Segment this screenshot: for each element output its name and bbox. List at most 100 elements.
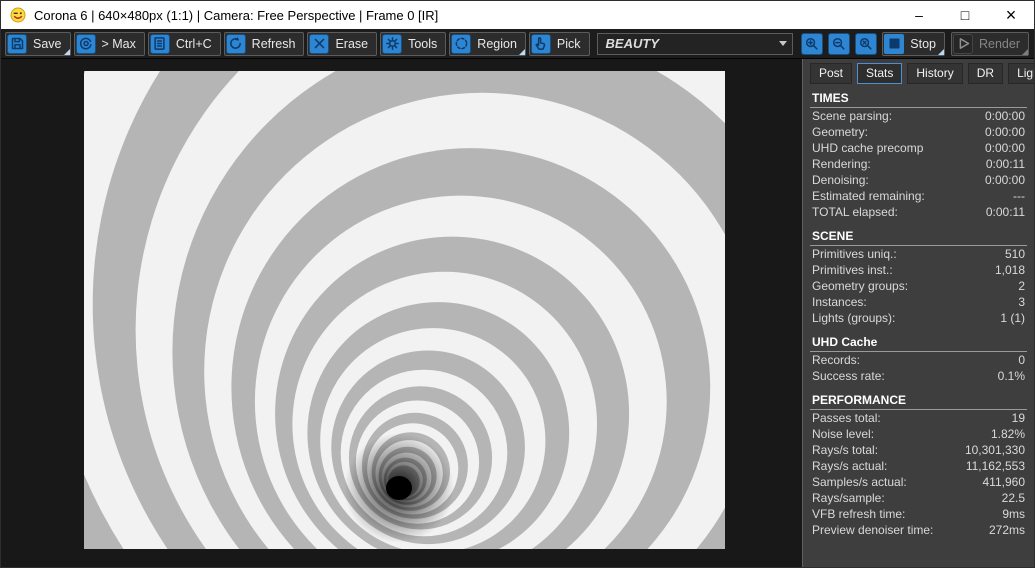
toolbar-button-tools-gear[interactable]: Tools (380, 31, 447, 56)
stat-value: 19 (1011, 411, 1025, 425)
stat-row: Rays/s total: 10,301,330 (810, 442, 1027, 458)
stat-row: Passes total: 19 (810, 410, 1027, 426)
save-icon (7, 33, 27, 54)
section-title: TIMES (810, 91, 1027, 108)
toolbar-button-region[interactable]: Region (449, 31, 526, 56)
stat-row: Samples/s actual: 411,960 (810, 474, 1027, 490)
stat-value: 0:00:11 (985, 157, 1025, 171)
stat-row: Rendering: 0:00:11 (810, 156, 1027, 172)
stat-row: Primitives inst.: 1,018 (810, 262, 1027, 278)
corona-vfb-window: Corona 6 | 640×480px (1:1) | Camera: Fre… (0, 0, 1035, 568)
dropdown-corner-icon (63, 48, 70, 55)
tab-history[interactable]: History (907, 63, 963, 84)
dropdown-corner-icon (1022, 48, 1028, 55)
zoom-in-button[interactable] (800, 32, 824, 56)
stop-button-label: Stop (910, 36, 936, 51)
stop-icon (884, 33, 905, 54)
region-icon (451, 33, 472, 54)
toolbar-button-copy[interactable]: Ctrl+C (147, 31, 221, 56)
section-title: SCENE (810, 229, 1027, 246)
render-viewport (1, 59, 802, 567)
stat-row: Rays/s actual: 11,162,553 (810, 458, 1027, 474)
stat-label: Preview denoiser time: (812, 523, 934, 537)
tab-lightmix[interactable]: LightMix (1008, 63, 1034, 84)
window-titlebar: Corona 6 | 640×480px (1:1) | Camera: Fre… (1, 1, 1034, 29)
stats-section: SCENE Primitives uniq.: 510 Primitives inst… (810, 229, 1027, 326)
stat-label: Geometry groups: (812, 279, 909, 293)
stat-value: 11,162,553 (965, 459, 1025, 473)
toolbar-button-erase[interactable]: Erase (307, 31, 378, 56)
stat-label: Geometry: (812, 125, 869, 139)
stat-value: 1 (1) (1000, 311, 1025, 325)
stats-section: UHD Cache Records: 0 Success rate: 0.1% (810, 335, 1027, 384)
stat-label: Estimated remaining: (812, 189, 925, 203)
stats-section: TIMES Scene parsing: 0:00:00 Geometry: 0:00:… (810, 91, 1027, 220)
stat-label: VFB refresh time: (812, 507, 906, 521)
render-play-icon (953, 33, 973, 54)
stat-row: Records: 0 (810, 352, 1027, 368)
toolbar-right-group: Stop Render (882, 31, 1029, 56)
stat-row: Denoising: 0:00:00 (810, 172, 1027, 188)
stats-panel: PostStatsHistoryDRLightMix TIMESScene pa… (802, 59, 1034, 567)
stat-label: Rays/s actual: (812, 459, 888, 473)
pick-hand-icon (530, 33, 551, 54)
tab-dr[interactable]: DR (967, 63, 1004, 84)
close-button[interactable]: × (988, 1, 1034, 29)
stop-button[interactable]: Stop (882, 31, 945, 56)
stat-value: 3 (1018, 295, 1025, 309)
stat-label: Denoising: (812, 173, 869, 187)
toolbar-button-save[interactable]: Save (5, 31, 71, 56)
copy-icon (149, 33, 170, 54)
stat-row: VFB refresh time: 9ms (810, 506, 1027, 522)
stat-row: Success rate: 0.1% (810, 368, 1027, 384)
tab-stats[interactable]: Stats (857, 63, 903, 84)
zoom-in-icon (800, 32, 823, 55)
render-canvas[interactable] (84, 71, 725, 549)
render-button[interactable]: Render (951, 31, 1029, 56)
stat-value: 2 (1018, 279, 1025, 293)
stat-value: 1.82% (990, 427, 1025, 441)
tools-gear-icon (382, 33, 403, 54)
zoom-reset-icon (854, 32, 877, 55)
stat-row: Geometry: 0:00:00 (810, 124, 1027, 140)
stat-value: --- (1013, 189, 1025, 203)
stat-value: 0:00:11 (985, 205, 1025, 219)
stat-label: UHD cache precomp (812, 141, 924, 155)
toolbar-button-label: Pick (556, 36, 581, 51)
stat-label: Scene parsing: (812, 109, 893, 123)
corona-smiley-icon (10, 7, 26, 23)
maximize-button[interactable]: □ (942, 1, 988, 29)
stat-row: Lights (groups): 1 (1) (810, 310, 1027, 326)
toolbar: Save > Max Ctrl+C Refresh Erase Tools Region Pi… (1, 29, 1034, 59)
maximize-icon: □ (960, 7, 970, 23)
stat-row: Geometry groups: 2 (810, 278, 1027, 294)
render-image (84, 71, 725, 549)
stat-row: Scene parsing: 0:00:00 (810, 108, 1027, 124)
toolbar-button-pick-hand[interactable]: Pick (528, 31, 590, 56)
stats-section: PERFORMANCE Passes total: 19 Noise level: 1.… (810, 393, 1027, 538)
zoom-reset-button[interactable] (854, 32, 878, 56)
stat-value: 272ms (988, 523, 1025, 537)
stat-label: Success rate: (812, 369, 885, 383)
zoom-out-button[interactable] (827, 32, 851, 56)
render-pass-select[interactable]: BEAUTY (596, 32, 793, 55)
stat-value: 10,301,330 (964, 443, 1025, 457)
stats-sections: TIMES Scene parsing: 0:00:00 Geometry: 0:00:… (810, 91, 1027, 538)
stat-label: Records: (812, 353, 861, 367)
minimize-button[interactable]: – (896, 1, 942, 29)
window-controls: – □ × (896, 1, 1034, 29)
toolbar-button-refresh[interactable]: Refresh (223, 31, 305, 56)
stat-row: Instances: 3 (810, 294, 1027, 310)
tab-post[interactable]: Post (810, 63, 853, 84)
toolbar-button-label: Save (33, 36, 62, 51)
corona-logo-icon (75, 33, 96, 54)
stat-row: Estimated remaining: --- (810, 188, 1027, 204)
toolbar-button-corona-logo[interactable]: > Max (73, 31, 145, 56)
stat-value: 0:00:00 (984, 109, 1025, 123)
stat-value: 510 (1004, 247, 1025, 261)
stat-row: Primitives uniq.: 510 (810, 246, 1027, 262)
stat-label: Samples/s actual: (812, 475, 907, 489)
stat-row: TOTAL elapsed: 0:00:11 (810, 204, 1027, 220)
stat-value: 0:00:00 (984, 173, 1025, 187)
toolbar-button-label: Refresh (251, 36, 296, 51)
